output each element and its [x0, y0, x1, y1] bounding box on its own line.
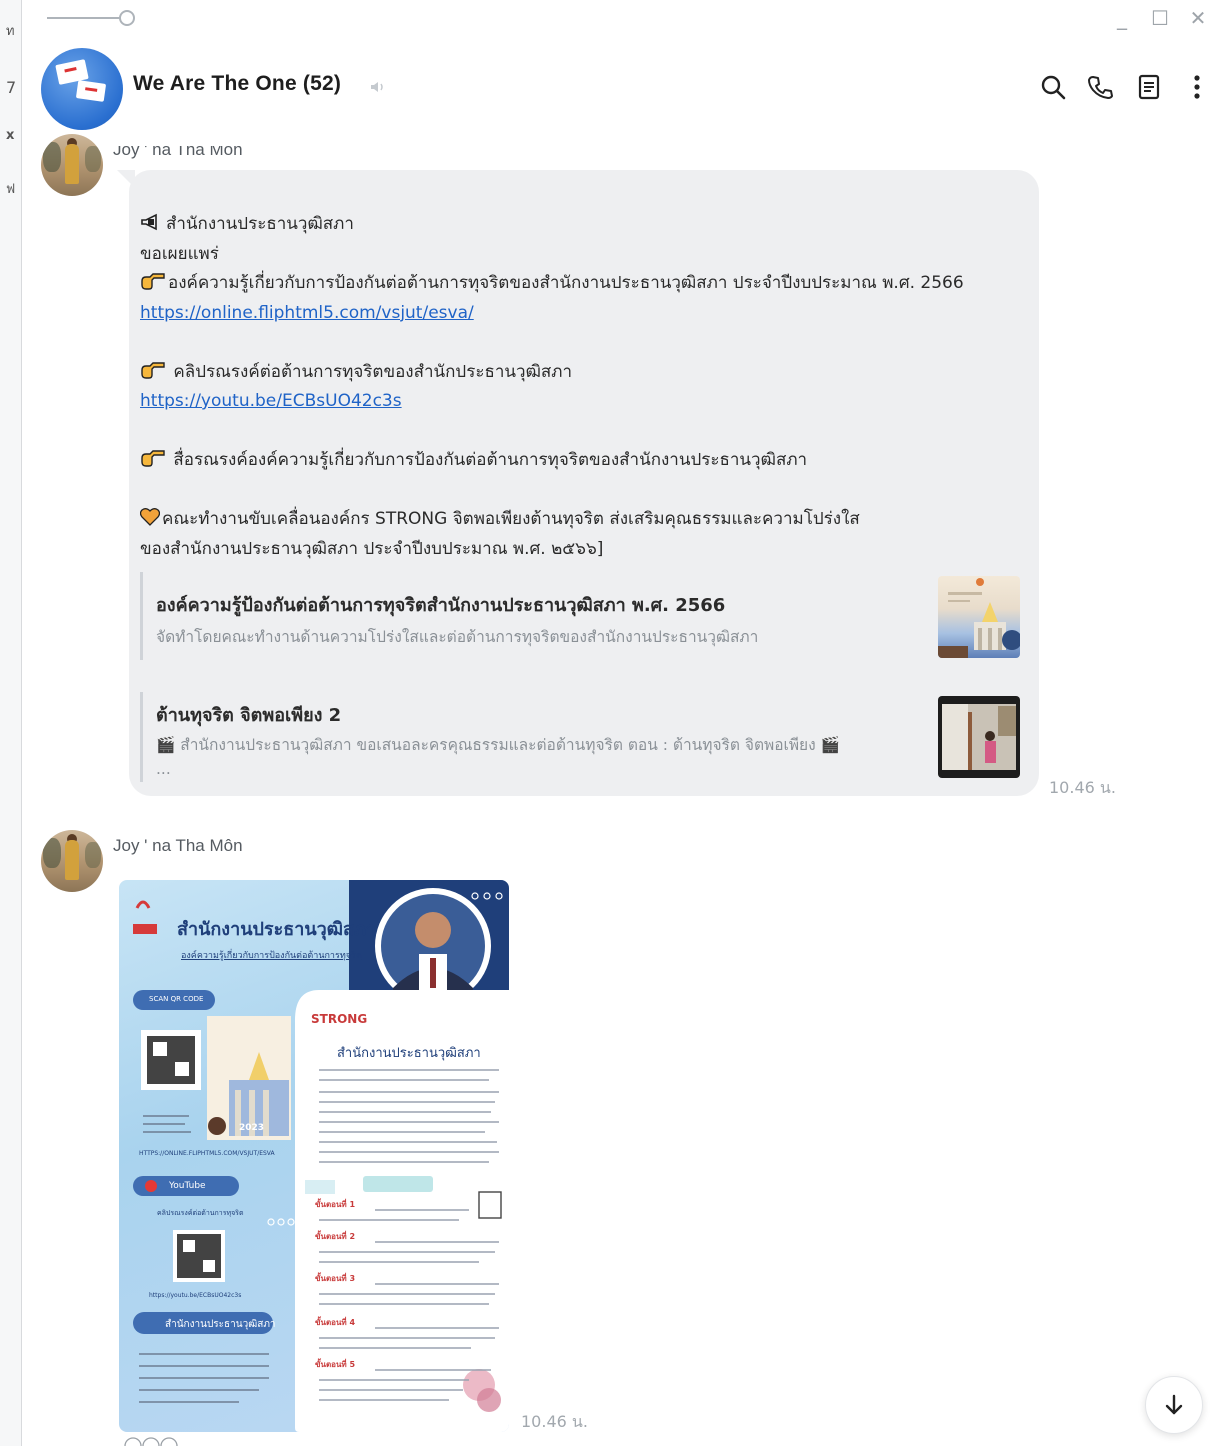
minimize-button[interactable]: _ — [1112, 6, 1132, 30]
youtube-link[interactable]: https://youtu.be/ECBsUO42c3s — [140, 391, 402, 411]
mute-icon — [371, 82, 383, 92]
call-button[interactable] — [1086, 72, 1116, 102]
preview-description-more: ... — [156, 760, 171, 778]
clapper-icon: 🎬 — [815, 736, 840, 754]
group-avatar[interactable] — [41, 48, 123, 130]
edge-char: ท — [6, 24, 15, 39]
message-time: 10.46 น. — [1049, 778, 1116, 797]
pointing-hand-icon — [141, 450, 165, 467]
sender-avatar[interactable] — [41, 134, 103, 196]
sender-avatar[interactable] — [41, 830, 103, 892]
opacity-slider[interactable] — [47, 8, 139, 28]
pointing-hand-icon — [141, 361, 165, 379]
preview-title: องค์ความรู้ป้องกันต่อต้านการทุจริตสำนักง… — [156, 595, 726, 616]
note-icon — [1138, 74, 1160, 100]
edge-char: 7 — [6, 78, 17, 97]
image-attachment[interactable]: สำนักงานประธานวุฒิสภา องค์ความรู้เกี่ยวก… — [119, 880, 509, 1432]
edge-char: ฟ — [6, 182, 16, 197]
heart-icon — [140, 508, 160, 526]
slider-knob[interactable] — [119, 10, 135, 26]
preview-thumbnail — [938, 576, 1020, 658]
background-window-edge: ท 7 x ฟ — [0, 0, 22, 1446]
preview-description: จัดทำโดยคณะทำงานด้านความโปร่งใสและต่อต้า… — [156, 628, 759, 646]
preview-description: 🎬 สำนักงานประธานวุฒิสภา ขอเสนอละครคุณธรร… — [156, 736, 840, 754]
slider-track — [47, 17, 123, 19]
reaction-bar[interactable] — [121, 1436, 191, 1446]
sender-name: Joy ' na Tha Môn — [113, 140, 243, 159]
scroll-to-bottom-button[interactable] — [1145, 1376, 1203, 1434]
fliphtml-link[interactable]: https://online.fliphtml5.com/vsjut/esva/ — [140, 303, 474, 323]
pointing-hand-icon — [141, 273, 165, 290]
chat-header: We Are The One (52) — [23, 44, 1220, 132]
poster-body-text — [139, 1069, 499, 1420]
message-text: สำนักงานประธานวุฒิสภา ขอเผยแพร่ องค์ความ… — [140, 210, 1020, 564]
link-preview[interactable]: องค์ความรู้ป้องกันต่อต้านการทุจริตสำนักง… — [140, 572, 1020, 660]
message-line: ขอเผยแพร่ — [140, 243, 219, 264]
chat-title: We Are The One (52) — [133, 72, 342, 95]
link-preview[interactable]: ต้านทุจริต จิตพอเพียง 2 🎬 สำนักงานประธาน… — [140, 692, 1020, 782]
arrow-down-icon — [1165, 1394, 1183, 1415]
preview-thumbnail — [938, 696, 1020, 778]
megaphone-icon — [141, 213, 157, 231]
notes-button[interactable] — [1134, 72, 1164, 102]
message-line: สำนักงานประธานวุฒิสภา — [140, 210, 1020, 240]
maximize-button[interactable]: ☐ — [1150, 6, 1170, 30]
edge-char: x — [6, 128, 15, 143]
search-icon — [1041, 75, 1066, 100]
message-line: คณะทำงานขับเคลื่อนองค์กร STRONG จิตพอเพี… — [140, 505, 1020, 535]
clapper-icon: 🎬 — [156, 736, 181, 754]
message-line: สื่อรณรงค์องค์ความรู้เกี่ยวกับการป้องกัน… — [140, 446, 1020, 476]
more-vertical-icon — [1194, 75, 1200, 99]
message-time: 10.46 น. — [521, 1412, 588, 1431]
sender-name: Joy ' na Tha Môn — [113, 836, 243, 855]
header-actions — [1038, 72, 1212, 102]
chat-window: _ ☐ ✕ We Are The One (52) Joy ' na Tha M… — [23, 0, 1220, 1446]
message-line: องค์ความรู้เกี่ยวกับการป้องกันต่อต้านการ… — [140, 269, 1020, 299]
window-controls: _ ☐ ✕ — [1112, 6, 1208, 30]
more-menu-button[interactable] — [1182, 72, 1212, 102]
preview-title: ต้านทุจริต จิตพอเพียง 2 — [156, 705, 342, 726]
close-button[interactable]: ✕ — [1188, 6, 1208, 30]
phone-icon — [1088, 76, 1113, 99]
search-button[interactable] — [1038, 72, 1068, 102]
message-line: ของสำนักงานประธานวุฒิสภา ประจำปีงบประมาณ… — [140, 538, 604, 559]
message-line: คลิปรณรงค์ต่อต้านการทุจริตของสำนักประธาน… — [140, 358, 1020, 388]
